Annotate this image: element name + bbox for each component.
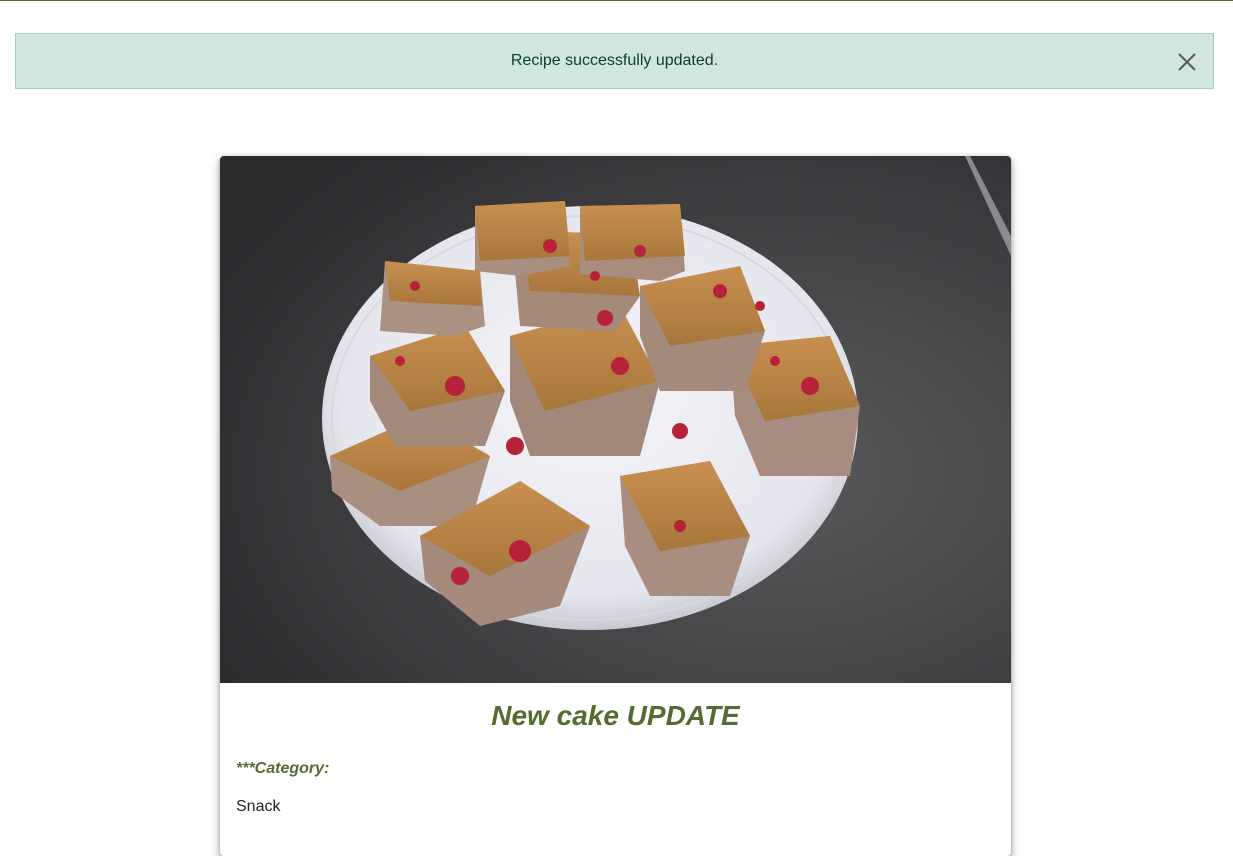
recipe-image: [220, 156, 1011, 683]
success-alert: Recipe successfully updated.: [15, 33, 1214, 89]
close-icon[interactable]: [1175, 50, 1199, 74]
recipe-card: New cake UPDATE ***Category: Snack: [220, 156, 1011, 856]
alert-message: Recipe successfully updated.: [510, 52, 719, 69]
recipe-title: New cake UPDATE: [491, 700, 740, 731]
top-divider: [0, 0, 1233, 1]
category-label: ***Category:: [236, 760, 330, 777]
category-value: Snack: [236, 798, 281, 815]
